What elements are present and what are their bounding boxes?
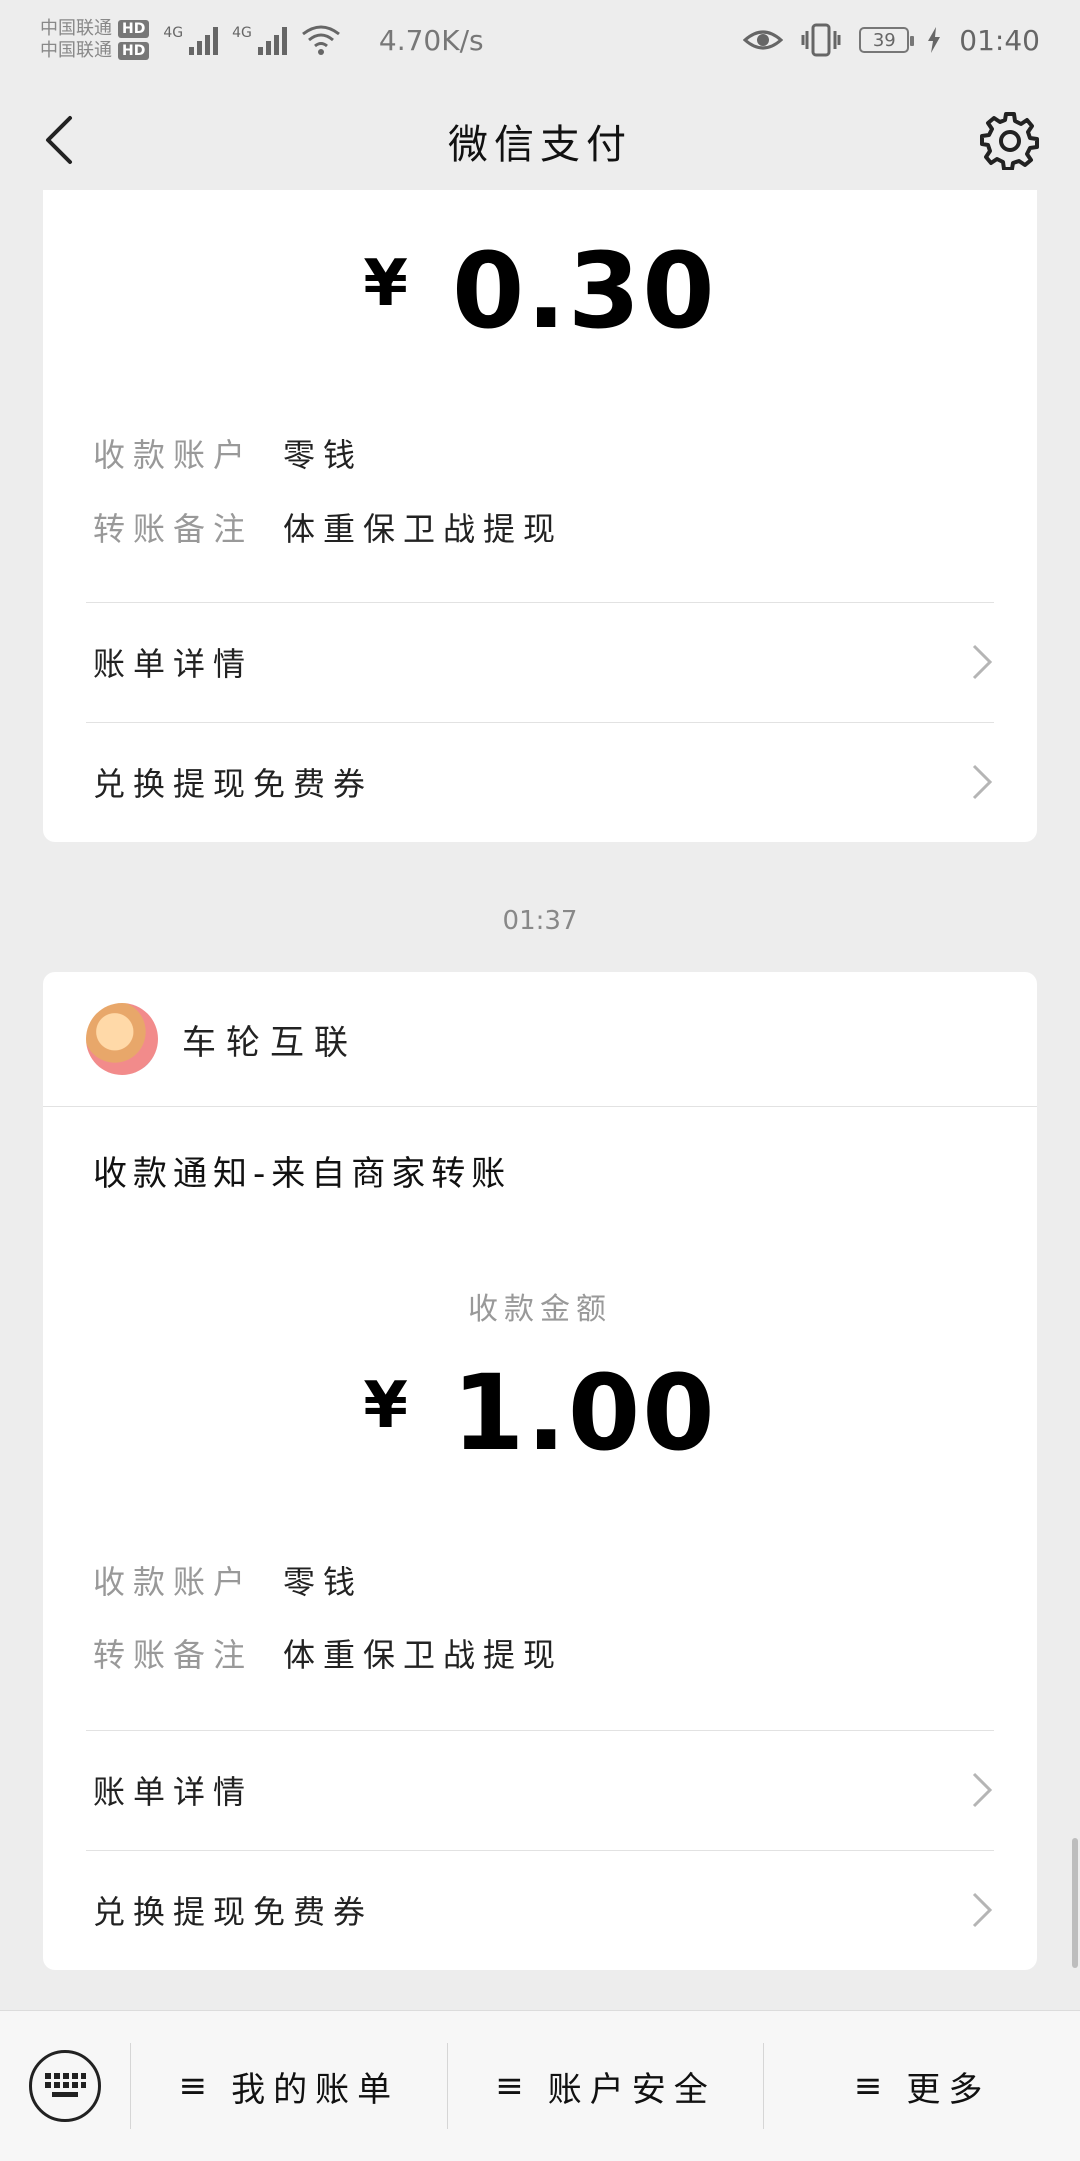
hd-badge-2: HD — [118, 42, 150, 60]
status-left: 中国联通 HD 中国联通 HD 4G 4G 4.70K/s — [40, 18, 484, 62]
bill-details-label: 账单详情 — [93, 1773, 254, 1811]
amount-label: 收款金额 — [468, 1292, 612, 1327]
nav-bar: 微信支付 — [0, 80, 1080, 202]
merchant-header[interactable]: 车轮互联 — [43, 972, 1037, 1106]
account-value: 零钱 — [283, 1563, 364, 1601]
withdraw-coupon-label: 兑换提现免费券 — [93, 765, 374, 803]
remark-label: 转账备注 — [93, 1636, 254, 1674]
menu-icon: ≡ — [853, 2066, 891, 2106]
withdraw-coupon-link[interactable]: 兑换提现免费券 — [43, 723, 1037, 841]
hd-badge-1: HD — [118, 20, 150, 38]
keyboard-toggle-button[interactable] — [0, 2011, 130, 2161]
chevron-right-icon — [972, 644, 993, 680]
menu-account-security-label: 账户安全 — [547, 2069, 716, 2110]
carrier-2: 中国联通 — [40, 40, 112, 61]
net-type-1: 4G — [163, 25, 184, 41]
bill-details-link[interactable]: 账单详情 — [43, 1731, 1037, 1849]
withdraw-coupon-link[interactable]: 兑换提现免费券 — [43, 1851, 1037, 1969]
status-right: 39 01:40 — [743, 23, 1040, 57]
remark-row: 转账备注 体重保卫战提现 — [93, 504, 563, 550]
signal-1: 4G — [163, 25, 219, 55]
chevron-left-icon[interactable] — [36, 110, 84, 170]
account-label: 收款账户 — [93, 436, 254, 474]
carrier-1: 中国联通 — [40, 18, 112, 39]
chevron-right-icon — [972, 764, 993, 800]
menu-more-label: 更多 — [906, 2069, 991, 2110]
chevron-right-icon — [972, 1892, 993, 1928]
menu-icon: ≡ — [178, 2066, 216, 2106]
carrier-row-1: 中国联通 HD — [40, 18, 150, 40]
amount-value: 0.30 — [451, 230, 717, 352]
signal-2: 4G — [232, 25, 287, 55]
withdraw-coupon-label: 兑换提现免费券 — [93, 1893, 374, 1931]
menu-icon: ≡ — [495, 2066, 532, 2106]
remark-value: 体重保卫战提现 — [283, 1636, 564, 1674]
battery-level: 39 — [872, 29, 896, 51]
eye-icon — [743, 30, 784, 50]
carrier-row-2: 中国联通 HD — [40, 40, 150, 62]
payment-card-1: ¥0.30 收款账户 零钱 转账备注 体重保卫战提现 账单详情 兑换提现免费券 — [43, 190, 1037, 842]
remark-label: 转账备注 — [93, 510, 254, 548]
bill-details-label: 账单详情 — [93, 645, 254, 683]
remark-value: 体重保卫战提现 — [283, 510, 564, 548]
net-type-2: 4G — [232, 25, 252, 41]
currency-symbol: ¥ — [363, 1369, 410, 1443]
remark-row: 转账备注 体重保卫战提现 — [93, 1630, 563, 1676]
network-speed: 4.70K/s — [378, 23, 484, 57]
currency-symbol: ¥ — [363, 247, 410, 321]
page-title: 微信支付 — [448, 122, 632, 168]
account-row: 收款账户 零钱 — [93, 1557, 363, 1603]
merchant-name: 车轮互联 — [182, 1022, 358, 1063]
wifi-icon — [301, 25, 340, 55]
payment-card-2: 车轮互联 收款通知-来自商家转账 收款金额 ¥1.00 收款账户 零钱 转账备注… — [43, 972, 1037, 1970]
amount-display: ¥0.30 — [43, 230, 1037, 352]
signal-bars-1-icon — [189, 25, 219, 55]
bill-details-link[interactable]: 账单详情 — [43, 603, 1037, 721]
divider — [43, 1106, 1037, 1107]
chevron-right-icon — [972, 1772, 993, 1808]
merchant-avatar — [86, 1003, 158, 1075]
bottom-menu: ≡ 我的账单 ≡ 账户安全 ≡ 更多 — [0, 2010, 1080, 2161]
signal-bars-2-icon — [257, 25, 287, 55]
menu-account-security[interactable]: ≡ 账户安全 — [448, 2011, 764, 2161]
status-bar: 中国联通 HD 中国联通 HD 4G 4G 4.70K/s 39 01:40 — [0, 0, 1080, 80]
menu-my-bills[interactable]: ≡ 我的账单 — [131, 2011, 447, 2161]
gear-icon[interactable] — [980, 110, 1040, 170]
amount-display: ¥1.00 — [43, 1352, 1037, 1474]
account-value: 零钱 — [283, 436, 364, 474]
clock: 01:40 — [959, 23, 1040, 57]
amount-value: 1.00 — [451, 1352, 717, 1474]
vibrate-icon — [801, 23, 841, 57]
account-label: 收款账户 — [93, 1563, 254, 1601]
keyboard-icon — [29, 2050, 101, 2122]
message-timestamp: 01:37 — [502, 906, 578, 936]
menu-more[interactable]: ≡ 更多 — [764, 2011, 1080, 2161]
carrier-stack: 中国联通 HD 中国联通 HD — [40, 18, 150, 62]
battery-indicator: 39 — [859, 27, 915, 53]
account-row: 收款账户 零钱 — [93, 430, 363, 476]
charging-icon — [928, 27, 941, 53]
menu-my-bills-label: 我的账单 — [231, 2069, 400, 2110]
scrollbar-thumb[interactable] — [1072, 1838, 1078, 1968]
notice-title: 收款通知-来自商家转账 — [93, 1154, 512, 1194]
